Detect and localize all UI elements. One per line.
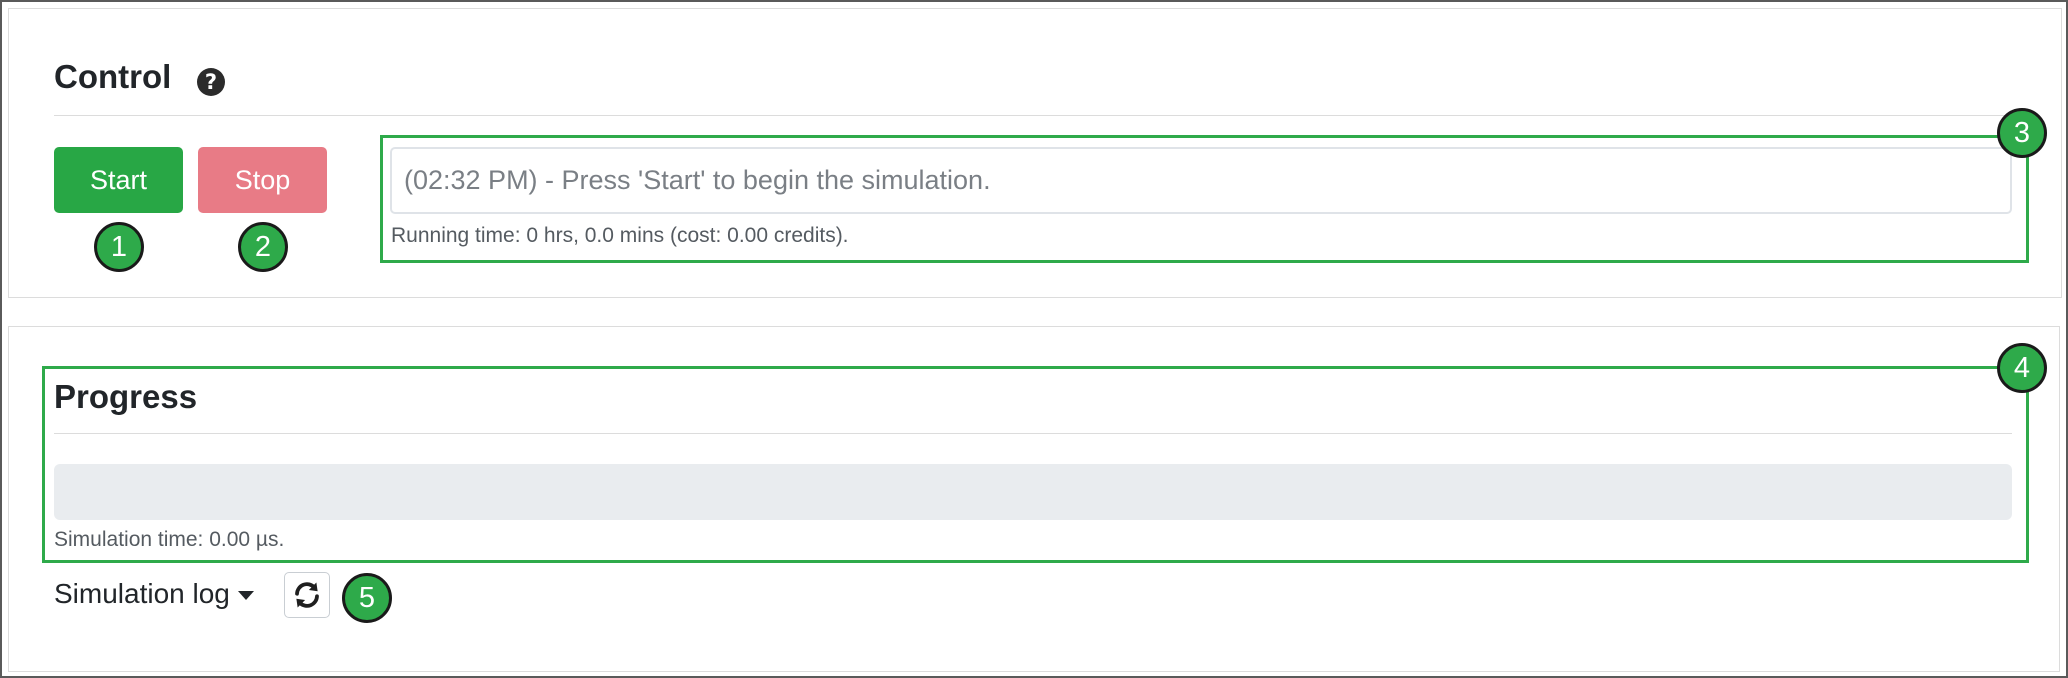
- highlight-box-3: [380, 135, 2029, 263]
- start-button[interactable]: Start: [54, 147, 183, 213]
- progress-bar: [54, 464, 2012, 520]
- callout-4: 4: [1997, 343, 2047, 393]
- control-divider: [54, 115, 2012, 116]
- caret-down-icon: [237, 591, 254, 600]
- callout-3: 3: [1997, 108, 2047, 158]
- callout-2: 2: [238, 222, 288, 272]
- stop-button[interactable]: Stop: [198, 147, 327, 213]
- progress-divider: [54, 433, 2012, 434]
- question-circle-icon[interactable]: ?: [197, 68, 225, 96]
- simulation-log-toggle[interactable]: Simulation log: [54, 578, 254, 610]
- progress-heading: Progress: [54, 378, 198, 415]
- callout-5: 5: [342, 573, 392, 623]
- refresh-log-button[interactable]: [284, 572, 330, 618]
- simulation-time-text: Simulation time: 0.00 µs.: [54, 528, 285, 551]
- control-heading: Control: [54, 58, 172, 95]
- callout-1: 1: [94, 222, 144, 272]
- simulation-log-label: Simulation log: [54, 578, 230, 609]
- screenshot-frame: Control ? Start Stop 1 2 (02:32 PM) - Pr…: [0, 0, 2068, 678]
- refresh-icon: [295, 582, 319, 608]
